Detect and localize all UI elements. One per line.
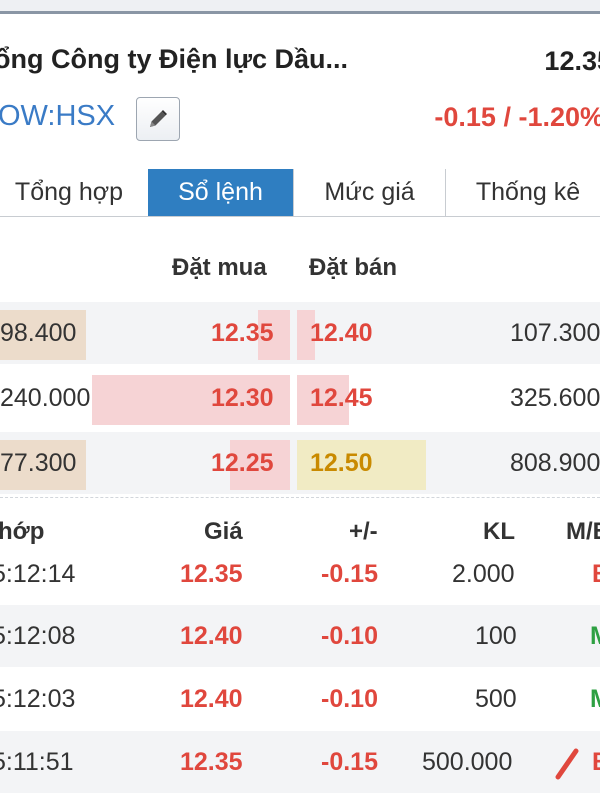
order-book-row: 77.300 12.25 12.50 808.900 xyxy=(0,432,600,494)
ask-price[interactable]: 12.45 xyxy=(310,367,373,429)
trade-price: 12.40 xyxy=(180,621,243,650)
trade-price-header: Giá xyxy=(204,518,243,545)
bid-volume: 98.400 xyxy=(0,318,77,347)
trade-price: 12.35 xyxy=(180,747,243,776)
trade-volume: 2.000 xyxy=(452,559,515,588)
ask-volume: 325.600 xyxy=(510,383,600,412)
current-price: 12.35 xyxy=(544,46,600,76)
ask-price[interactable]: 12.40 xyxy=(310,302,373,364)
ask-volume: 107.300 xyxy=(510,318,600,347)
trade-side: B xyxy=(592,731,600,793)
ask-header: Đặt bán xyxy=(309,254,398,281)
bid-price[interactable]: 12.25 xyxy=(211,432,274,494)
bid-volume: 240.000 xyxy=(0,383,91,412)
trade-volume: 500 xyxy=(475,684,517,713)
edit-button[interactable] xyxy=(136,97,180,141)
trade-price: 12.35 xyxy=(180,559,243,588)
tab-tong-hop[interactable]: Tổng hợp xyxy=(0,169,148,216)
trade-side: M xyxy=(590,668,600,730)
bid-volume: 77.300 xyxy=(0,448,77,477)
trade-price: 12.40 xyxy=(180,684,243,713)
trade-change-header: +/- xyxy=(349,518,378,545)
price-change: -0.15 / -1.20% xyxy=(434,102,600,132)
window-top-bar xyxy=(0,0,600,14)
trade-change: -0.10 xyxy=(321,621,378,650)
trade-row: 5:12:08 12.40 -0.10 100 M xyxy=(0,605,600,667)
trade-time: 5:12:14 xyxy=(0,559,76,588)
section-divider xyxy=(0,497,600,498)
tab-thong-ke[interactable]: Thống kê xyxy=(445,169,600,216)
bid-price[interactable]: 12.35 xyxy=(211,302,274,364)
tab-muc-gia[interactable]: Mức giá xyxy=(293,169,445,216)
trade-time: 5:12:08 xyxy=(0,621,76,650)
ask-price[interactable]: 12.50 xyxy=(310,432,373,494)
ask-volume: 808.900 xyxy=(510,448,600,477)
trade-side: M xyxy=(590,605,600,667)
trade-change: -0.10 xyxy=(321,684,378,713)
trade-time-header: hớp xyxy=(0,518,45,545)
order-book-row: 240.000 12.30 12.45 325.600 xyxy=(0,367,600,429)
trade-time: 5:11:51 xyxy=(0,747,74,776)
trade-row: 5:11:51 12.35 -0.15 500.000 B xyxy=(0,731,600,793)
trade-row: 5:12:03 12.40 -0.10 500 M xyxy=(0,668,600,730)
trade-change: -0.15 xyxy=(321,747,378,776)
tab-bar: Tổng hợp Sổ lệnh Mức giá Thống kê xyxy=(0,169,600,217)
trade-time: 5:12:03 xyxy=(0,684,76,713)
tab-so-lenh[interactable]: Sổ lệnh xyxy=(148,169,293,216)
trade-volume-header: KL xyxy=(483,518,515,545)
bid-price[interactable]: 12.30 xyxy=(211,367,274,429)
trade-volume: 100 xyxy=(475,621,517,650)
ticker-symbol[interactable]: OW:HSX xyxy=(0,100,115,133)
pencil-icon xyxy=(150,110,167,127)
sell-slash-mark xyxy=(555,748,579,780)
trade-side-header: M/B xyxy=(566,518,600,545)
trade-side: B xyxy=(592,543,600,605)
trade-volume: 500.000 xyxy=(422,747,513,776)
trade-row: 5:12:14 12.35 -0.15 2.000 B xyxy=(0,543,600,605)
order-book-row: 98.400 12.35 12.40 107.300 xyxy=(0,302,600,364)
bid-header: Đặt mua xyxy=(172,254,267,281)
trade-change: -0.15 xyxy=(321,559,378,588)
company-title: ổng Công ty Điện lực Dầu... xyxy=(0,44,349,74)
